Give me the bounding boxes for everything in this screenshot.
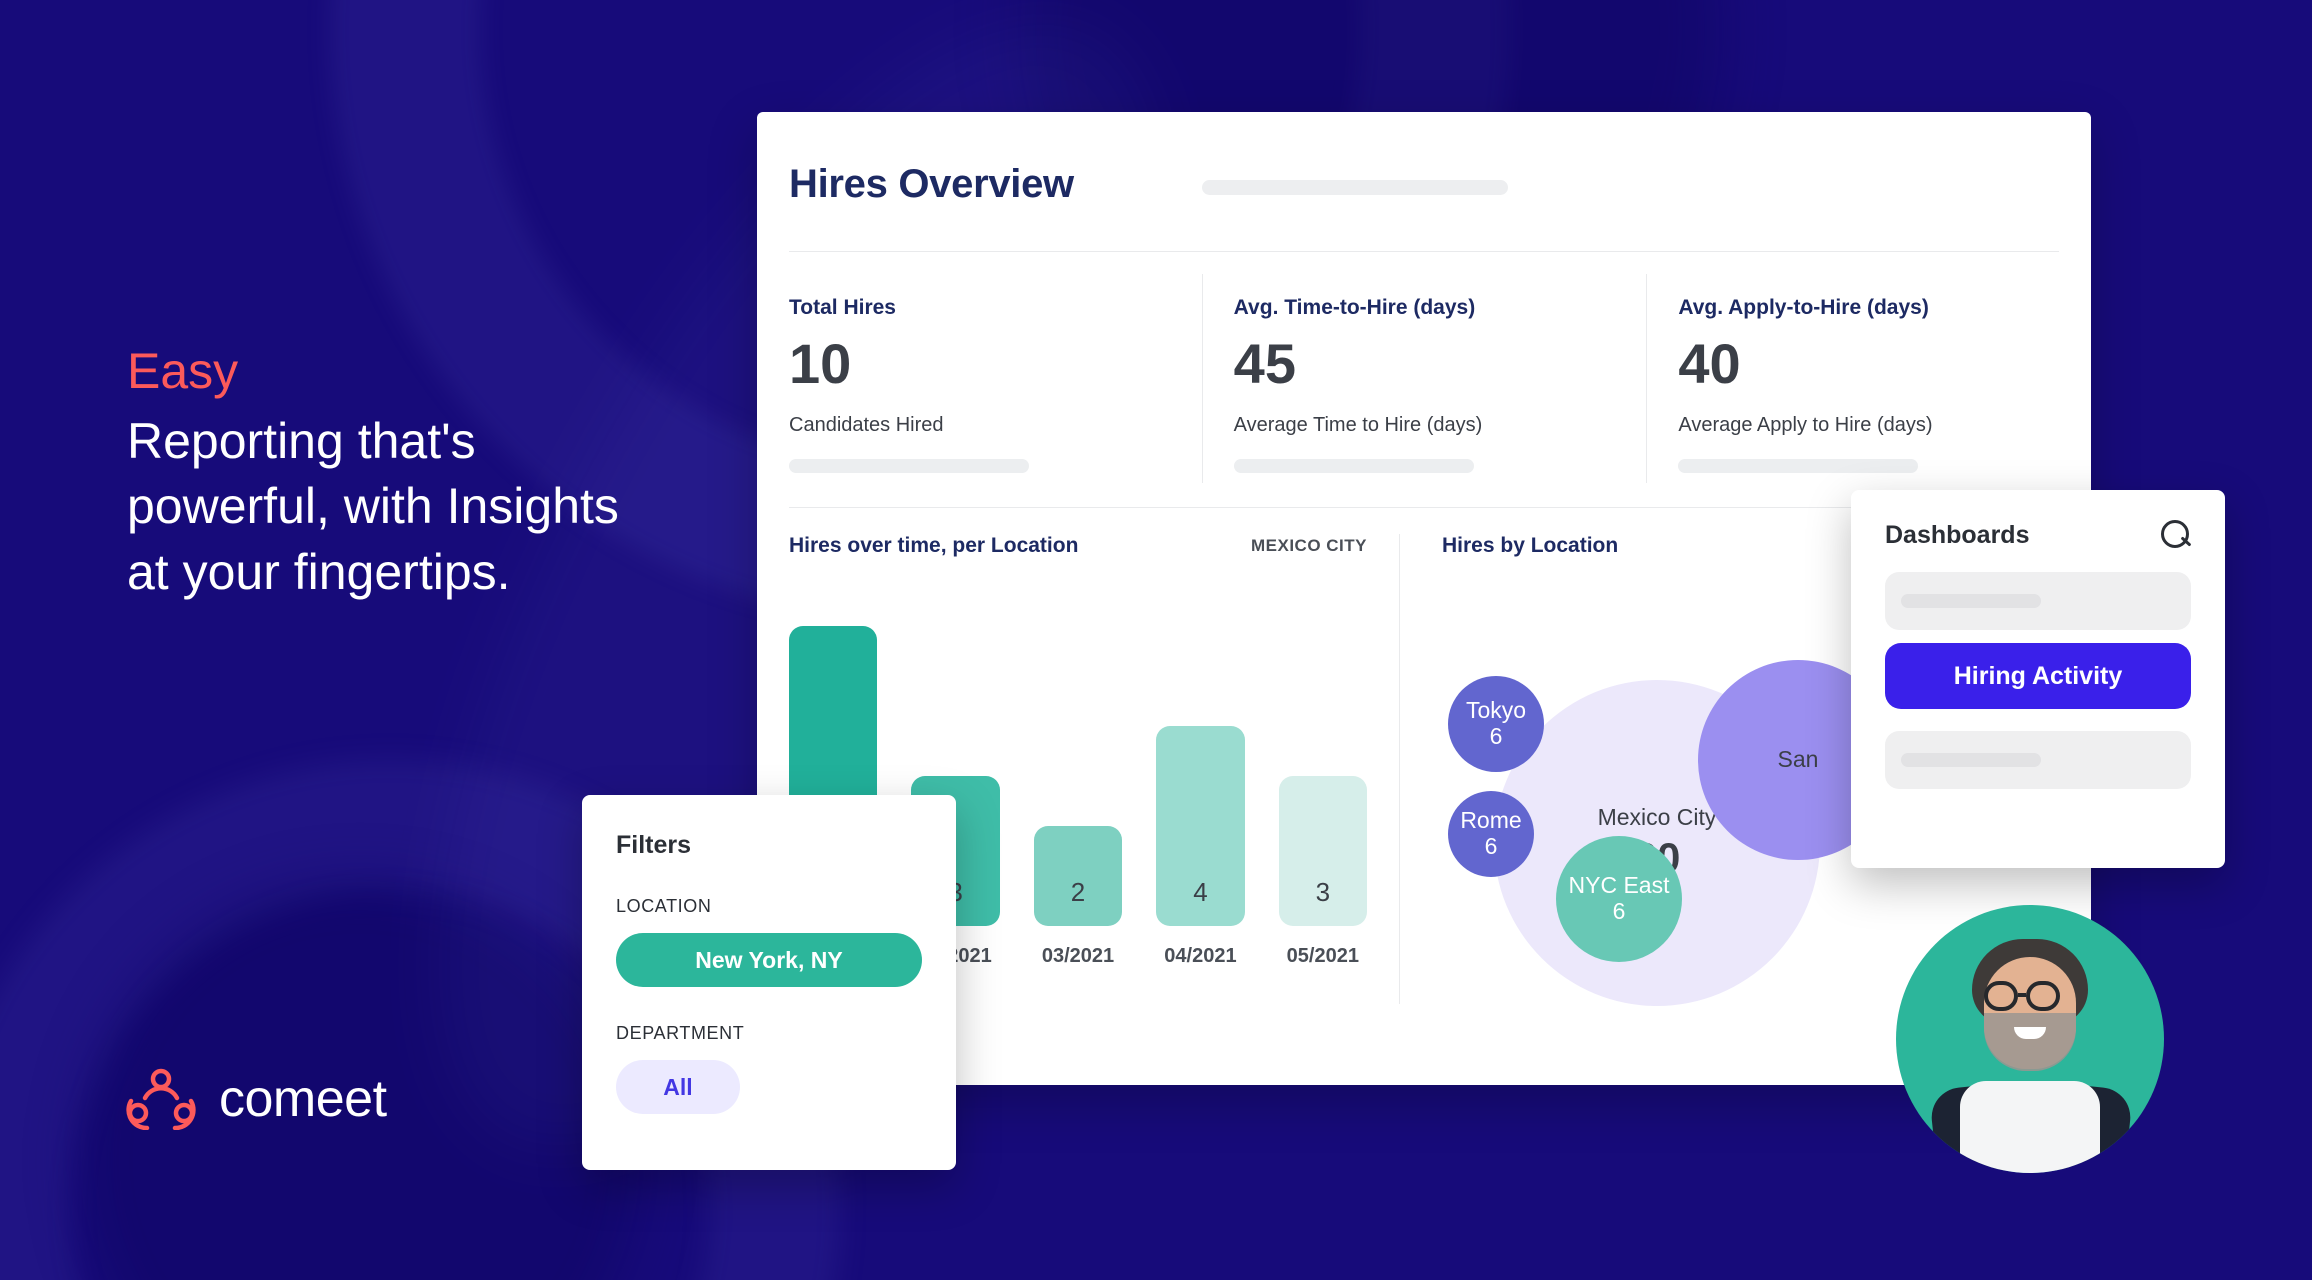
bubble-value: 6: [1489, 723, 1503, 749]
avatar-glasses-bridge: [2018, 993, 2026, 997]
x-axis-tick: 04/2021: [1164, 945, 1237, 967]
comeet-logo: comeet: [125, 1068, 387, 1130]
avatar-beard: [1984, 1013, 2076, 1071]
bubble-rome[interactable]: Rome 6: [1448, 791, 1534, 877]
bubble-value: 6: [1484, 833, 1498, 859]
bubble-label: San: [1777, 746, 1819, 773]
kpi-card-total-hires: Total Hires 10 Candidates Hired: [757, 252, 1202, 473]
avatar-shirt: [1960, 1081, 2100, 1173]
kpi-skeleton-bar: [1678, 459, 1919, 473]
bar-column[interactable]: 4: [1156, 626, 1245, 926]
kpi-label: Total Hires: [789, 296, 896, 319]
bar-value-label: 2: [1070, 877, 1086, 907]
filters-title: Filters: [616, 831, 692, 859]
avatar-glasses-right: [2026, 981, 2060, 1011]
department-filter-label: DEPARTMENT: [616, 1023, 745, 1043]
bar-column[interactable]: 3: [1278, 626, 1368, 926]
kpi-card-apply-to-hire: Avg. Apply-to-Hire (days) 40 Average App…: [1646, 252, 2091, 483]
kpi-skeleton-bar: [1233, 459, 1474, 473]
bar-value-label: 4: [1193, 877, 1208, 907]
promo-headline: Reporting that's powerful, with Insights…: [127, 412, 619, 600]
dashboard-header: Hires Overview: [757, 112, 2091, 207]
header-skeleton-bar: [1201, 180, 1508, 195]
kpi-row: Total Hires 10 Candidates Hired Avg. Tim…: [757, 252, 2091, 483]
kpi-value: 45: [1233, 332, 1296, 395]
skeleton-bar: [1901, 753, 2041, 767]
bubble-label: Mexico City: [1597, 803, 1717, 830]
bar-chart-header: Hires over time, per Location MEXICO CIT…: [789, 534, 1367, 558]
bar[interactable]: 3: [1278, 776, 1368, 926]
bubble-label: NYC East: [1568, 872, 1670, 899]
skeleton-bar: [1901, 594, 2041, 608]
x-axis-tick: 05/2021: [1286, 945, 1359, 967]
dashboards-panel: Dashboards Hiring Activity: [1851, 490, 2225, 868]
kpi-label: Avg. Time-to-Hire (days): [1233, 296, 1476, 319]
bubble-value: 6: [1612, 898, 1626, 924]
bubble-tokyo[interactable]: Tokyo 6: [1448, 676, 1544, 772]
x-axis-tick: 03/2021: [1041, 945, 1115, 967]
kpi-sublabel: Average Apply to Hire (days): [1678, 414, 1933, 436]
bubble-label: Tokyo: [1465, 697, 1527, 724]
dashboard-list-item[interactable]: [1885, 572, 2191, 630]
kpi-sublabel: Candidates Hired: [789, 414, 944, 436]
page-title: Hires Overview: [789, 162, 1074, 206]
filters-panel: Filters LOCATION New York, NY DEPARTMENT…: [582, 795, 956, 1170]
kpi-value: 10: [789, 332, 852, 395]
location-filter-chip[interactable]: New York, NY: [616, 933, 922, 987]
search-icon[interactable]: [2161, 520, 2191, 550]
department-filter-chip[interactable]: All: [616, 1060, 740, 1114]
bar-chart-title: Hires over time, per Location: [789, 534, 1079, 557]
kpi-sublabel: Average Time to Hire (days): [1233, 414, 1483, 436]
bubble-nyc-east[interactable]: NYC East 6: [1556, 836, 1682, 962]
dashboards-title: Dashboards: [1885, 520, 2030, 549]
promo-copy: Easy Reporting that's powerful, with Ins…: [127, 340, 647, 605]
kpi-skeleton-bar: [789, 459, 1029, 473]
comeet-people-logo-icon: [126, 1068, 196, 1130]
bar-column[interactable]: 2: [1033, 626, 1123, 926]
bubble-label: Rome: [1460, 807, 1522, 834]
bar-value-label: 3: [1315, 877, 1331, 907]
avatar: [1896, 905, 2164, 1173]
dashboards-header: Dashboards: [1885, 520, 2191, 550]
kpi-label: Avg. Apply-to-Hire (days): [1678, 296, 1929, 319]
logo-wordmark: comeet: [219, 1070, 387, 1128]
bar-chart-legend: MEXICO CITY: [1250, 536, 1367, 555]
dashboard-list-item[interactable]: [1885, 731, 2191, 789]
kpi-card-time-to-hire: Avg. Time-to-Hire (days) 45 Average Time…: [1201, 252, 1647, 483]
dashboard-item-hiring-activity[interactable]: Hiring Activity: [1885, 643, 2191, 709]
location-filter-label: LOCATION: [616, 896, 712, 916]
avatar-glasses-left: [1984, 981, 2018, 1011]
bar[interactable]: 2: [1033, 826, 1123, 926]
bar[interactable]: 4: [1156, 726, 1245, 926]
kpi-value: 40: [1678, 332, 1741, 395]
promo-eyebrow: Easy: [127, 343, 239, 399]
